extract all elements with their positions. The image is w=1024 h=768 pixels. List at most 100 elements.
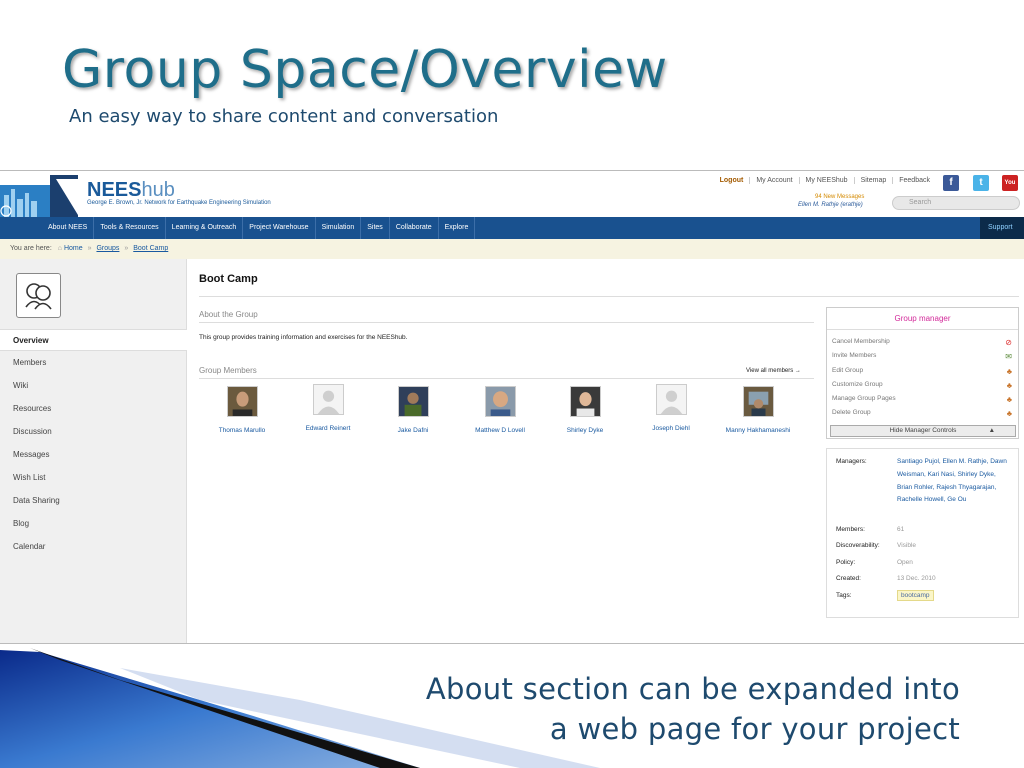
brand-name[interactable]: NEEShub <box>87 179 175 202</box>
nav-item-about-nees[interactable]: About NEES <box>42 217 95 239</box>
search-input[interactable]: Search <box>892 196 1020 210</box>
triangle-up-icon: ▲ <box>988 427 995 434</box>
sidebar-item-discussion[interactable]: Discussion <box>0 421 187 443</box>
member-card[interactable]: Matthew D Lovell <box>460 386 540 436</box>
member-photo <box>742 386 774 417</box>
edit-group-icon: ♣ <box>1006 367 1012 376</box>
member-name: Matthew D Lovell <box>475 427 525 434</box>
sidebar-item-wish-list[interactable]: Wish List <box>0 467 187 489</box>
breadcrumb-separator-icon: » <box>87 245 92 252</box>
member-photo <box>484 386 516 417</box>
member-card[interactable]: Joseph Diehl <box>631 384 711 434</box>
caption-line-1: About section can be expanded into <box>425 672 960 706</box>
site-header: NEEShub George E. Brown, Jr. Network for… <box>0 171 1024 217</box>
sidebar-item-resources[interactable]: Resources <box>0 398 187 420</box>
sidebar-item-overview[interactable]: Overview <box>0 329 187 351</box>
page-title: Boot Camp <box>199 273 258 285</box>
nav-item-learning-outreach[interactable]: Learning & Outreach <box>166 217 244 239</box>
user-name[interactable]: Ellen M. Rathje (erathje) <box>798 202 863 208</box>
member-name: Jake Dafni <box>397 427 429 434</box>
member-name: Edward Reinert <box>305 425 351 432</box>
member-card[interactable]: Manny Hakhamaneshi <box>718 386 798 436</box>
sidebar-item-messages[interactable]: Messages <box>0 444 187 466</box>
nav-item-collaborate[interactable]: Collaborate <box>390 217 439 239</box>
my-neeshub-link[interactable]: My NEEShub <box>798 177 854 184</box>
nees-logo-icon[interactable] <box>0 175 78 217</box>
member-name: Manny Hakhamaneshi <box>725 427 791 434</box>
top-links: Logout My Account My NEEShub Sitemap Fee… <box>714 177 936 184</box>
member-card[interactable]: Jake Dafni <box>373 386 453 436</box>
group-sidebar: Overview Members Wiki Resources Discussi… <box>0 259 187 643</box>
my-account-link[interactable]: My Account <box>749 177 798 184</box>
support-button[interactable]: Support <box>980 217 1024 239</box>
screenshot: NEEShub George E. Brown, Jr. Network for… <box>0 170 1024 644</box>
feedback-link[interactable]: Feedback <box>892 177 936 184</box>
sidebar-item-calendar[interactable]: Calendar <box>0 536 187 558</box>
nav-item-project-warehouse[interactable]: Project Warehouse <box>243 217 316 239</box>
member-photo-placeholder <box>312 384 344 415</box>
sidebar-item-blog[interactable]: Blog <box>0 513 187 535</box>
breadcrumb-current[interactable]: Boot Camp <box>133 245 168 252</box>
breadcrumb-groups[interactable]: Groups <box>96 245 119 252</box>
sidebar-item-members[interactable]: Members <box>0 352 187 374</box>
member-card[interactable]: Shirley Dyke <box>545 386 625 436</box>
facebook-icon[interactable]: f <box>943 175 959 191</box>
members-label: Members: <box>836 526 865 533</box>
about-heading: About the Group <box>199 310 258 319</box>
slide-subtitle: An easy way to share content and convers… <box>69 106 499 127</box>
edit-group-link[interactable]: Edit Group ♣ <box>832 367 1014 376</box>
policy-value: Open <box>897 559 913 566</box>
main-nav: About NEES Tools & Resources Learning & … <box>0 217 1024 239</box>
customize-group-link[interactable]: Customize Group ♣ <box>832 381 1014 390</box>
new-messages-link[interactable]: 94 New Messages <box>815 194 864 200</box>
customize-icon: ♣ <box>1006 381 1012 390</box>
policy-label: Policy: <box>836 559 856 566</box>
member-photo <box>226 386 258 417</box>
breadcrumb: You are here: ⌂ Home » Groups » Boot Camp <box>0 239 1024 259</box>
members-value: 61 <box>897 526 905 533</box>
view-all-members-link[interactable]: View all members → <box>746 368 801 374</box>
member-name: Thomas Marullo <box>218 427 266 434</box>
divider <box>199 296 1019 297</box>
delete-group-link[interactable]: Delete Group ♣ <box>832 409 1014 418</box>
breadcrumb-prefix: You are here: <box>10 245 52 252</box>
group-manager-title: Group manager <box>827 308 1018 330</box>
about-text: This group provides training information… <box>199 334 408 341</box>
invite-members-link[interactable]: Invite Members ✉ <box>832 352 1014 361</box>
delete-icon: ♣ <box>1006 409 1012 418</box>
invite-icon: ✉ <box>1005 352 1012 361</box>
nav-item-explore[interactable]: Explore <box>439 217 476 239</box>
created-value: 13 Dec. 2010 <box>897 575 936 582</box>
group-info-panel: Managers: Santiago Pujol, Ellen M. Rathj… <box>826 448 1019 618</box>
breadcrumb-separator-icon: » <box>124 245 129 252</box>
tag-badge[interactable]: bootcamp <box>897 590 934 601</box>
member-name: Shirley Dyke <box>566 427 604 434</box>
slide: Group Space/Overview An easy way to shar… <box>0 0 1024 768</box>
sitemap-link[interactable]: Sitemap <box>853 177 893 184</box>
managers-label: Managers: <box>836 458 867 465</box>
logout-link[interactable]: Logout <box>714 177 750 184</box>
youtube-icon[interactable]: You Tube <box>1002 175 1018 202</box>
breadcrumb-home[interactable]: Home <box>64 245 83 252</box>
manage-group-pages-link[interactable]: Manage Group Pages ♣ <box>832 395 1014 404</box>
caption-line-2: a web page for your project <box>549 712 960 746</box>
sidebar-item-wiki[interactable]: Wiki <box>0 375 187 397</box>
nav-item-tools-resources[interactable]: Tools & Resources <box>94 217 166 239</box>
cancel-membership-link[interactable]: Cancel Membership ⊘ <box>832 338 1014 347</box>
member-photo-placeholder <box>655 384 687 415</box>
member-card[interactable]: Edward Reinert <box>288 384 368 434</box>
pages-icon: ♣ <box>1006 395 1012 404</box>
created-label: Created: <box>836 575 861 582</box>
nav-item-sites[interactable]: Sites <box>361 217 390 239</box>
member-photo <box>397 386 429 417</box>
nav-item-simulation[interactable]: Simulation <box>316 217 362 239</box>
slide-title: Group Space/Overview <box>62 40 668 100</box>
group-manager-panel: Group manager Cancel Membership ⊘ Invite … <box>826 307 1019 439</box>
twitter-icon[interactable]: t <box>973 175 989 191</box>
hide-manager-controls-button[interactable]: Hide Manager Controls ▲ <box>830 425 1016 437</box>
home-icon: ⌂ <box>57 245 62 252</box>
sidebar-item-data-sharing[interactable]: Data Sharing <box>0 490 187 512</box>
managers-value[interactable]: Santiago Pujol, Ellen M. Rathje, Dawn We… <box>897 456 1007 507</box>
tags-label: Tags: <box>836 592 852 599</box>
member-card[interactable]: Thomas Marullo <box>202 386 282 436</box>
